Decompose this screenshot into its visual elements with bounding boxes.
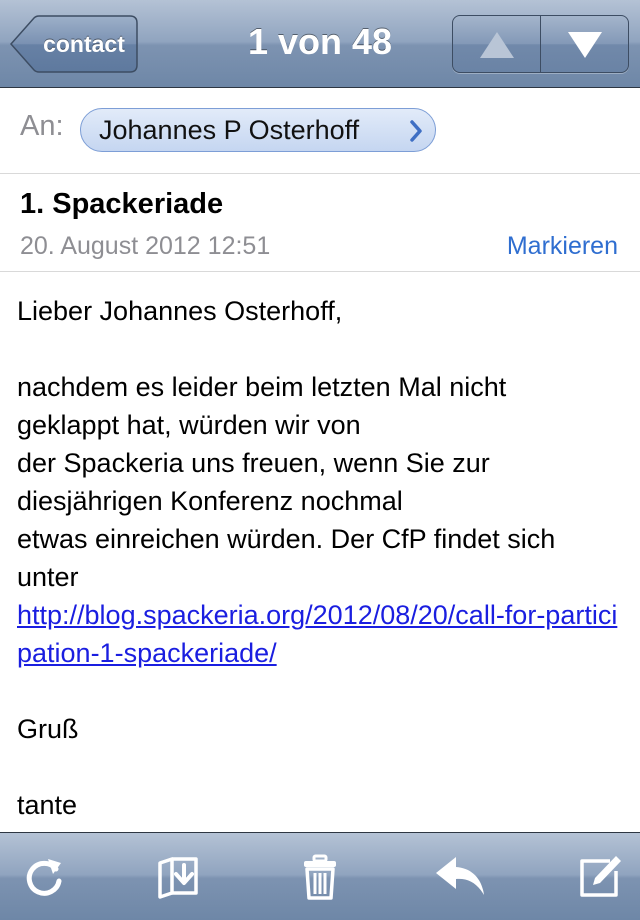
bottom-toolbar [0, 832, 640, 920]
body-spacer [17, 672, 629, 710]
compose-button[interactable] [576, 853, 624, 901]
body-signature: tante [17, 790, 78, 820]
reply-icon [436, 857, 484, 895]
triangle-up-icon [480, 32, 514, 58]
back-button[interactable]: contact [10, 15, 138, 73]
mark-button[interactable]: Markieren [507, 232, 618, 261]
recipient-chip[interactable]: Johannes P Osterhoff [80, 108, 436, 152]
cfp-link[interactable]: http://blog.spackeria.org/2012/08/20/cal… [17, 600, 617, 668]
recipient-row: An: Johannes P Osterhoff [0, 88, 640, 174]
trash-icon [304, 854, 336, 900]
to-label: An: [20, 110, 64, 142]
message-header: 1. Spackeriade 20. August 2012 12:51 Mar… [0, 174, 640, 272]
delete-button[interactable] [296, 853, 344, 901]
navigation-bar: contact 1 von 48 [0, 0, 640, 88]
body-closing: Gruß [17, 714, 79, 744]
reply-button[interactable] [434, 853, 486, 901]
compose-icon [580, 856, 621, 897]
body-paragraph: nachdem es leider beim letzten Mal nicht… [17, 372, 556, 592]
recipient-name: Johannes P Osterhoff [99, 115, 360, 145]
move-to-folder-icon [158, 857, 198, 899]
refresh-icon [26, 859, 62, 896]
message-subject: 1. Spackeriade [20, 188, 224, 220]
triangle-down-icon [568, 32, 602, 58]
chevron-right-icon [410, 120, 422, 142]
move-button[interactable] [154, 853, 202, 901]
body-spacer [17, 748, 629, 786]
message-date: 20. August 2012 12:51 [20, 232, 271, 260]
back-button-label: contact [43, 31, 125, 57]
refresh-button[interactable] [20, 853, 68, 901]
body-greeting: Lieber Johannes Osterhoff, [17, 296, 343, 326]
message-body: Lieber Johannes Osterhoff, nachdem es le… [17, 292, 629, 824]
message-navigation-control [452, 15, 629, 73]
next-message-button[interactable] [541, 16, 628, 72]
previous-message-button[interactable] [453, 16, 541, 72]
body-spacer [17, 330, 629, 368]
message-position-title: 1 von 48 [247, 21, 393, 62]
